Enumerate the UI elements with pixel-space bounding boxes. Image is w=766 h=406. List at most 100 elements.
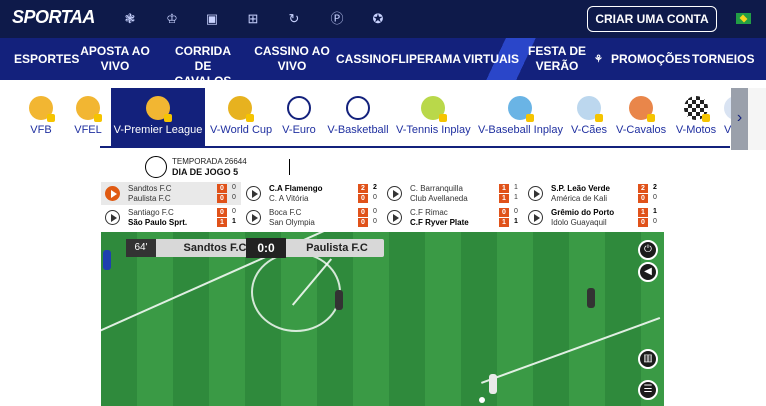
away-agg: 0 (232, 194, 236, 201)
home-team: C. Barranquilla (410, 184, 463, 193)
nav-virtuais[interactable]: VIRTUAIS (463, 52, 519, 67)
tab-label: VFEL (74, 124, 102, 136)
play-icon[interactable] (387, 210, 402, 225)
baseball-icon (508, 96, 534, 122)
away-team: Idolo Guayaquil (551, 218, 607, 227)
trophy-icon[interactable]: ♔ (163, 10, 181, 28)
match-video[interactable]: 64' Sandtos F.C 0:0 Paulista F.C ⏻ ◀ ▥ ☰ (101, 232, 664, 406)
player (489, 374, 497, 394)
away-team: Club Avellaneda (410, 194, 468, 203)
stats-icon[interactable]: ▥ (638, 349, 658, 369)
volume-icon[interactable]: ◀ (638, 262, 658, 282)
power-icon[interactable]: ⏻ (638, 240, 658, 260)
home-score: 2 (638, 184, 648, 193)
match-row[interactable]: Santiago F.C São Paulo Sprt. 0 1 0 1 (101, 206, 241, 229)
away-team: C. A Vitória (269, 194, 309, 203)
tabs-next-arrow-icon[interactable]: › (731, 88, 748, 150)
away-team: América de Kali (551, 194, 608, 203)
dog-icon (577, 96, 603, 122)
nav-cassino-ao-vivo[interactable]: CASSINO AO VIVO (254, 44, 330, 74)
player (103, 250, 111, 270)
shirt-icon (146, 96, 172, 122)
tab-label: V-Cães (570, 124, 608, 136)
tab-v-premier-league[interactable]: V-Premier League (111, 88, 205, 146)
soccer-ball-icon (145, 156, 167, 178)
app-root: SPORTAA ❃ ♔ ▣ ⊞ ↻ Ⓟ ✪ CRIAR UMA CONTA ES… (0, 0, 766, 406)
live-play-icon[interactable] (105, 186, 120, 201)
match-row[interactable]: C. Barranquilla Club Avellaneda 1 1 1 1 (383, 182, 523, 205)
spin-icon[interactable]: ↻ (285, 10, 303, 28)
brazil-flag-icon[interactable] (736, 13, 751, 24)
tab-v-motos[interactable]: V-Motos (675, 88, 717, 146)
top-bar: SPORTAA ❃ ♔ ▣ ⊞ ↻ Ⓟ ✪ CRIAR UMA CONTA (0, 0, 766, 38)
virtual-game-panel: TEMPORADA 26644 DIA DE JOGO 5 Sandtos F.… (101, 152, 664, 406)
match-row[interactable]: Grêmio do Porto Idolo Guayaquil 1 0 1 0 (524, 206, 664, 229)
home-agg: 0 (514, 208, 518, 215)
home-team: Grêmio do Porto (551, 208, 615, 217)
promo-gift-icon: ⚘ (594, 54, 603, 65)
play-icon[interactable] (105, 210, 120, 225)
nav-cassino[interactable]: CASSINO (336, 52, 391, 67)
medal-icon[interactable]: ✪ (369, 10, 387, 28)
nav-aposta-ao-vivo[interactable]: APOSTA AO VIVO (80, 44, 150, 74)
home-agg: 1 (514, 184, 518, 191)
matchday-label: DIA DE JOGO 5 (172, 167, 239, 177)
tab-v-cavalos[interactable]: V-Cavalos (616, 88, 666, 146)
matches-grid: Sandtos F.C Paulista F.C 0 0 0 0 C.A Fla… (101, 182, 664, 230)
scoreboard: 64' Sandtos F.C 0:0 Paulista F.C (126, 238, 384, 258)
tab-vfb[interactable]: VFB (22, 88, 60, 146)
main-nav: ESPORTES APOSTA AO VIVO CORRIDA DE CAVAL… (0, 38, 766, 80)
nav-corrida-de-cavalos[interactable]: CORRIDA DE CAVALOS (166, 44, 240, 80)
play-icon[interactable] (528, 210, 543, 225)
match-row[interactable]: S.P. Leão Verde América de Kali 2 0 2 0 (524, 182, 664, 205)
match-row[interactable]: C.F Rimac C.F Ryver Plate 0 1 0 1 (383, 206, 523, 229)
play-icon[interactable] (387, 186, 402, 201)
tab-v-baseball-inplay[interactable]: V-Baseball Inplay (478, 88, 563, 146)
match-row[interactable]: Sandtos F.C Paulista F.C 0 0 0 0 (101, 182, 241, 205)
home-score: 0 (217, 184, 227, 193)
nav-esportes[interactable]: ESPORTES (14, 52, 79, 67)
nav-fliperama[interactable]: FLIPERAMA (391, 52, 461, 67)
p-coin-icon[interactable]: Ⓟ (328, 10, 346, 28)
match-minute: 64' (126, 239, 156, 257)
play-icon[interactable] (528, 186, 543, 201)
nav-promocoes[interactable]: PROMOÇÕES (611, 52, 690, 67)
ticket-icon[interactable]: ▣ (203, 10, 221, 28)
create-account-button[interactable]: CRIAR UMA CONTA (587, 6, 717, 32)
home-score: 0 (358, 208, 368, 217)
euro-cup-icon (287, 96, 311, 120)
basketball-icon (346, 96, 370, 120)
home-team: C.F Rimac (410, 208, 448, 217)
tab-label: V-Cavalos (616, 124, 667, 136)
basket-icon[interactable]: ⊞ (244, 10, 262, 28)
nav-torneios[interactable]: TORNEIOS (692, 52, 754, 67)
tabs-underline (100, 146, 730, 148)
home-agg: 0 (232, 184, 236, 191)
match-row[interactable]: C.A Flamengo C. A Vitória 2 0 2 0 (242, 182, 382, 205)
logo[interactable]: SPORTAA (12, 7, 95, 28)
list-icon[interactable]: ☰ (638, 380, 658, 400)
paw-icon[interactable]: ❃ (121, 10, 139, 28)
away-score: 1 (499, 194, 509, 203)
away-agg: 0 (653, 194, 657, 201)
tab-v-euro[interactable]: V-Euro (282, 88, 316, 146)
away-score: 0 (358, 218, 368, 227)
play-icon[interactable] (246, 210, 261, 225)
away-score: 0 (638, 218, 648, 227)
tab-vfel[interactable]: VFEL (72, 88, 104, 146)
home-agg: 1 (653, 208, 657, 215)
match-row[interactable]: Boca F.C San Olympia 0 0 0 0 (242, 206, 382, 229)
away-team: San Olympia (269, 218, 315, 227)
tab-v-caes[interactable]: V-Cães (570, 88, 608, 146)
away-agg: 1 (232, 218, 236, 225)
away-score: 0 (638, 194, 648, 203)
tab-label: V-World Cup (210, 124, 273, 136)
home-score: 1 (638, 208, 648, 217)
tab-v-world-cup[interactable]: V-World Cup (210, 88, 273, 146)
nav-festa-de-verao[interactable]: FESTA DE VERÃO (526, 44, 588, 74)
center-circle (251, 252, 341, 332)
tab-v-tennis-inplay[interactable]: V-Tennis Inplay (396, 88, 471, 146)
play-icon[interactable] (246, 186, 261, 201)
tab-v-basketball[interactable]: V-Basketball (327, 88, 389, 146)
away-agg: 1 (514, 218, 518, 225)
